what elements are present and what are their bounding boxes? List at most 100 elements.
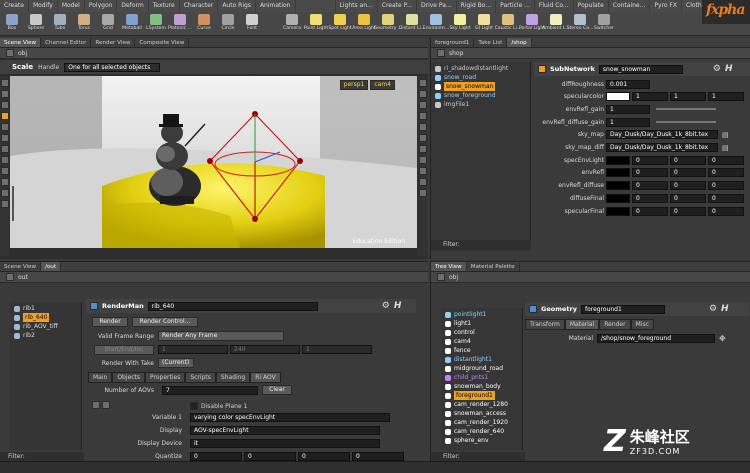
shelf-tool[interactable]: Grid — [96, 12, 120, 36]
menu-tab[interactable]: Particle ... — [496, 0, 535, 12]
panel-tab[interactable]: Material Palette — [467, 262, 520, 271]
tree-row[interactable]: ri_shadowdistantlight — [431, 64, 530, 73]
color-swatch[interactable] — [606, 206, 630, 216]
shelf-tool[interactable]: Curve — [192, 12, 216, 36]
menu-tab[interactable]: Model — [58, 0, 85, 12]
node-name-field[interactable]: foreground1 — [580, 304, 665, 314]
param-field[interactable]: 0 — [670, 193, 706, 203]
quantize-field[interactable]: 0 — [190, 452, 242, 461]
shading-view-icon[interactable] — [419, 90, 427, 98]
frame-field[interactable]: 1 — [158, 345, 228, 354]
shop-path[interactable]: shop — [449, 50, 463, 57]
help-icon[interactable]: H — [725, 64, 733, 74]
file-chooser-icon[interactable]: ▤ — [722, 131, 729, 139]
disable-plane-checkbox[interactable] — [190, 402, 198, 410]
shelf-tool[interactable]: GI Light — [472, 12, 496, 36]
menu-tab[interactable]: Create — [0, 0, 29, 12]
color-swatch[interactable] — [606, 155, 630, 165]
add-aov-icon[interactable] — [92, 401, 100, 409]
tree-row[interactable]: snow_foreground — [431, 91, 530, 100]
param-field[interactable]: 0 — [670, 181, 706, 191]
points-view-icon[interactable] — [419, 123, 427, 131]
valid-frame-select[interactable]: Render Any Frame — [158, 331, 284, 341]
tree-row[interactable]: cam4 — [441, 337, 522, 346]
panel-tab[interactable]: /out — [41, 262, 62, 271]
param-subtab[interactable]: Transform — [525, 319, 565, 330]
tree-row[interactable]: distantlight1 — [441, 355, 522, 364]
tree-row[interactable]: light1 — [441, 319, 522, 328]
param-field[interactable]: 0 — [670, 168, 706, 178]
tree-row[interactable]: control — [441, 328, 522, 337]
param-field[interactable]: 1 — [632, 92, 668, 102]
tree-row[interactable]: imgFile1 — [431, 100, 530, 109]
color-swatch[interactable] — [606, 168, 630, 178]
shelf-tool[interactable]: Sky Light — [448, 12, 472, 36]
shelf-tool[interactable]: Camera — [280, 12, 304, 36]
shelf-tool[interactable]: Environm... — [423, 12, 449, 36]
panel-tab[interactable]: Scene View — [0, 38, 42, 47]
menu-tab[interactable]: Lights an... — [336, 0, 378, 12]
menu-tab[interactable]: Polygon — [85, 0, 118, 12]
shelf-tool[interactable]: Portal Light — [519, 12, 545, 36]
color-swatch[interactable] — [606, 92, 630, 102]
panel-tab[interactable]: Composite View — [135, 38, 190, 47]
render-button[interactable]: Render — [92, 317, 128, 327]
tree-row[interactable]: fence — [441, 346, 522, 355]
menu-tab[interactable]: Drive Pa... — [417, 0, 457, 12]
menu-tab[interactable]: Animation — [256, 0, 296, 12]
param-field[interactable]: 0 — [708, 181, 744, 191]
tree-row[interactable]: sphere_env — [441, 436, 522, 445]
panel-tab[interactable]: /shop — [507, 38, 532, 47]
render-control-button[interactable]: Render Control... — [132, 317, 198, 327]
cam-tool-icon[interactable] — [0, 178, 9, 186]
shelf-tool[interactable]: LSystem — [144, 12, 168, 36]
tree-row[interactable]: snowman_access — [441, 409, 522, 418]
node-name-field[interactable]: snow_snowman — [598, 64, 683, 74]
panel-tab[interactable]: Take List — [474, 38, 508, 47]
menu-tab[interactable]: Pyro FX — [650, 0, 682, 12]
display-device-field[interactable]: it — [190, 439, 380, 448]
shelf-tool[interactable]: Box — [0, 12, 24, 36]
geo-tool-icon[interactable] — [0, 189, 9, 197]
render-take-select[interactable]: (Current) — [158, 358, 194, 368]
clear-button[interactable]: Clear — [262, 385, 292, 395]
shelf-tool[interactable]: Area Light — [352, 12, 376, 36]
param-field[interactable]: Day_Dusk/Day_Dusk_1k_8bit.tex — [606, 143, 718, 152]
tree-row[interactable]: cam_render_1280 — [441, 400, 522, 409]
menu-tab[interactable]: Populate — [574, 0, 609, 12]
menu-tab[interactable]: Modify — [29, 0, 58, 12]
shelf-tool[interactable]: Geometry ... — [374, 12, 402, 36]
gear-icon[interactable]: ⚙ — [713, 64, 721, 74]
quantize-field[interactable]: 0 — [244, 452, 296, 461]
tree-row[interactable]: rib2 — [10, 331, 81, 340]
snap-tool-icon[interactable] — [0, 145, 9, 153]
menu-tab[interactable]: Texture — [149, 0, 180, 12]
color-swatch[interactable] — [606, 193, 630, 203]
move-tool-icon[interactable] — [0, 90, 9, 98]
camera-menu[interactable]: persp1 — [339, 80, 369, 90]
param-field[interactable]: 0 — [670, 206, 706, 216]
param-subtab[interactable]: Ri AOV — [250, 372, 281, 383]
scale-tool-icon[interactable] — [0, 112, 9, 120]
param-field[interactable]: 0 — [632, 193, 668, 203]
viewport-path[interactable]: obj — [18, 50, 27, 57]
param-subtab[interactable]: Properties — [145, 372, 186, 383]
shelf-tool[interactable]: Ambient L... — [542, 12, 570, 36]
param-field[interactable]: 0 — [632, 206, 668, 216]
tree-row[interactable]: child_pnts1 — [441, 373, 522, 382]
menu-tab[interactable]: Rigid Bo... — [457, 0, 497, 12]
param-subtab[interactable]: Material — [564, 319, 600, 330]
param-field[interactable]: 0.001 — [606, 79, 650, 89]
frame-view-icon[interactable] — [419, 189, 427, 197]
shelf-tool[interactable]: Stereo Ca... — [567, 12, 593, 36]
tree-row[interactable]: midground_road — [441, 364, 522, 373]
tree-row[interactable]: foreground1 — [441, 391, 522, 400]
menu-tab[interactable]: Deform — [117, 0, 149, 12]
pose-tool-icon[interactable] — [0, 123, 9, 131]
param-field[interactable]: 0 — [708, 155, 744, 165]
geo-path[interactable]: obj — [449, 274, 458, 281]
panel-tab[interactable]: Scene View — [0, 262, 42, 271]
shelf-tool[interactable]: Circle — [216, 12, 240, 36]
quantize-field[interactable]: 0 — [352, 452, 404, 461]
normals-view-icon[interactable] — [419, 134, 427, 142]
